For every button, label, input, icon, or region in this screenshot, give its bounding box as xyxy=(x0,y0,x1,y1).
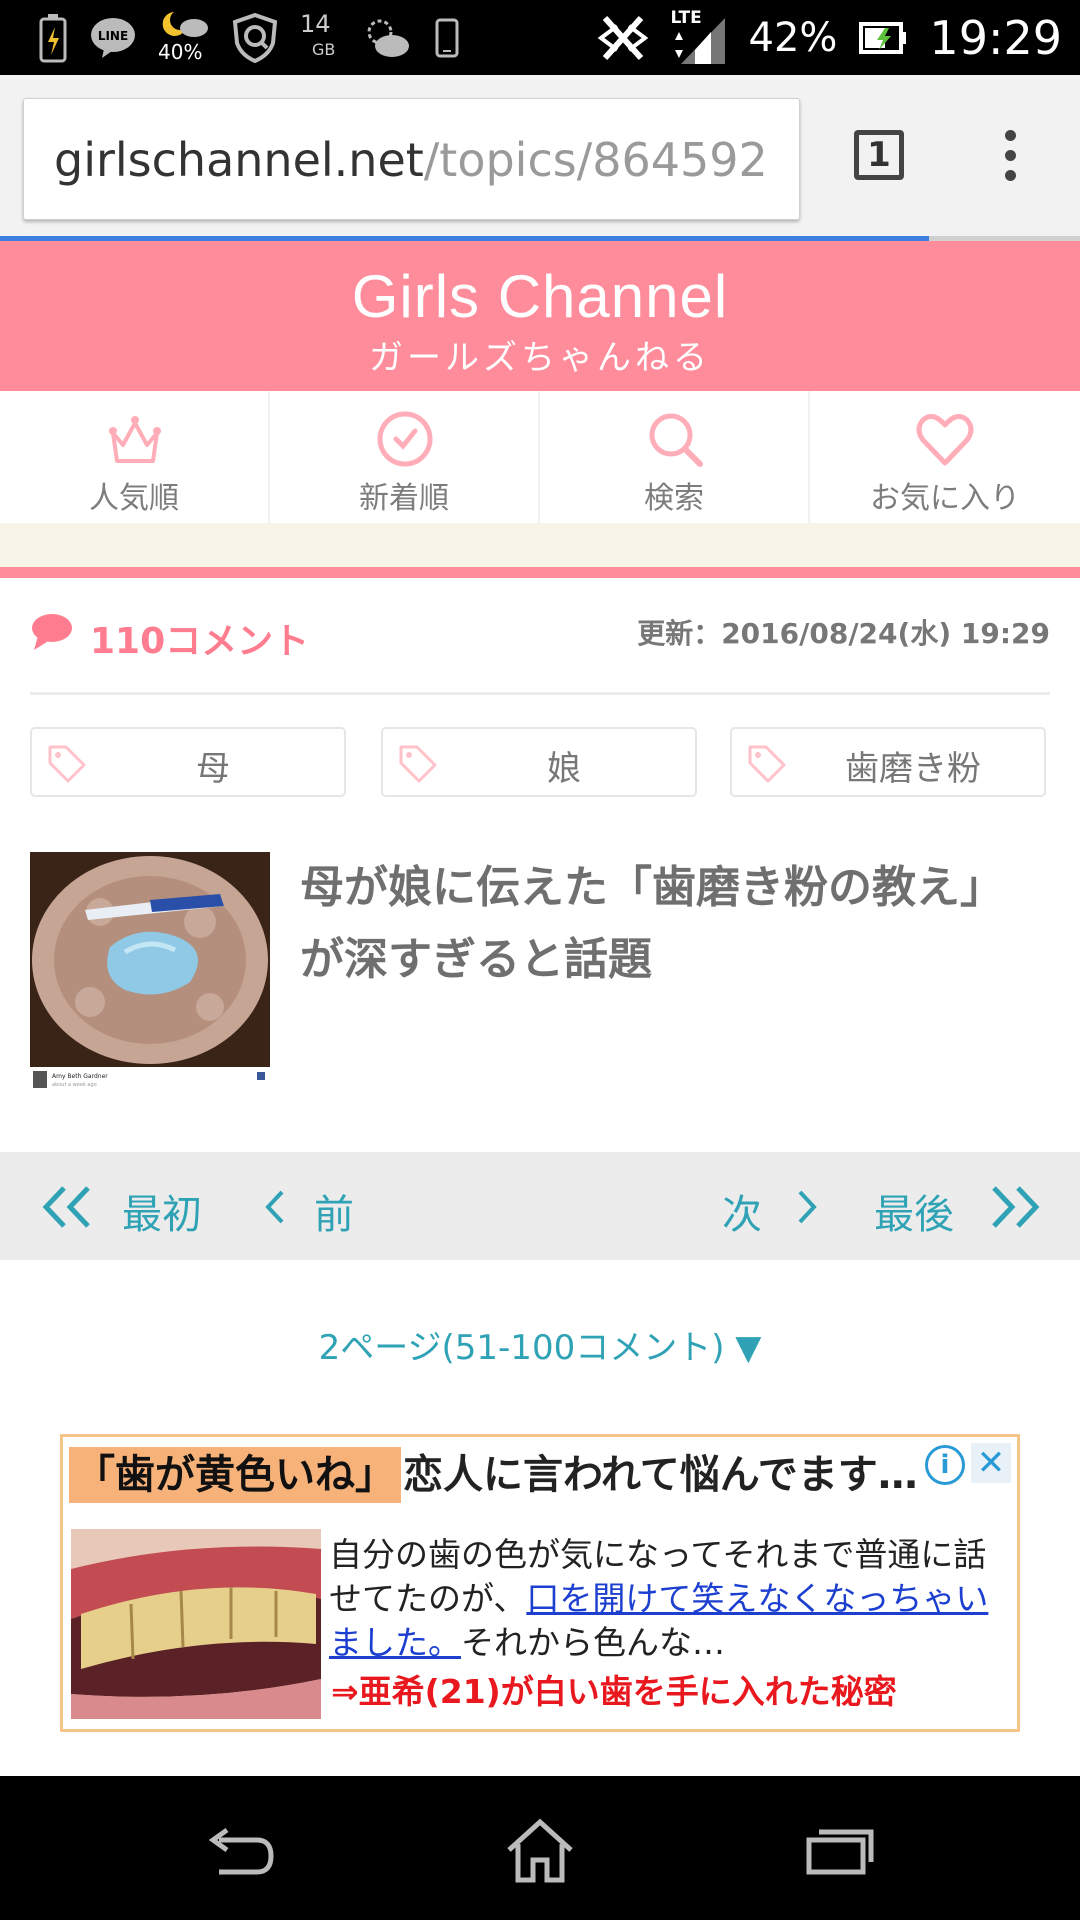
battery-charging-icon xyxy=(859,21,907,54)
ad-teeth-image xyxy=(71,1529,321,1719)
weather-icon: 40% xyxy=(158,8,210,68)
tag-toothpaste[interactable]: 歯磨き粉 xyxy=(730,727,1046,797)
nav-popular[interactable]: 人気順 xyxy=(0,391,270,523)
toothpaste-plate-image: Amy Beth Gardner about a week ago xyxy=(30,852,270,1092)
no-signal-icon xyxy=(597,15,648,60)
search-icon xyxy=(649,413,703,467)
updated-timestamp: 更新：2016/08/24(水) 19:29 xyxy=(637,617,1050,650)
tag-label: 母 xyxy=(196,749,230,789)
tag-mother[interactable]: 母 xyxy=(30,727,346,797)
thumb-caption-name: Amy Beth Gardner xyxy=(52,1073,108,1080)
comment-count: 110コメント xyxy=(90,621,310,662)
recent-apps-icon[interactable] xyxy=(805,1826,875,1876)
shield-app-icon xyxy=(232,13,278,63)
nav-favorites-label: お気に入り xyxy=(870,481,1020,516)
url-host: girlschannel.net xyxy=(54,133,424,187)
double-chevron-right-icon[interactable] xyxy=(986,1182,1042,1232)
chevron-right-icon[interactable] xyxy=(794,1182,820,1232)
ad-close-icon[interactable]: ✕ xyxy=(971,1443,1011,1483)
clock: 19:29 xyxy=(929,10,1062,65)
site-logo-subtitle: ガールズちゃんねる xyxy=(369,338,711,378)
tab-switcher-button[interactable]: 1 xyxy=(854,130,904,180)
nav-newest[interactable]: 新着順 xyxy=(270,391,540,523)
header-accent-line xyxy=(0,567,1080,578)
ad-cta-text[interactable]: ⇒亜希(21)が白い歯を手に入れた秘密 xyxy=(331,1665,897,1713)
double-chevron-left-icon[interactable] xyxy=(40,1182,96,1232)
cloud-weather-icon xyxy=(367,19,409,57)
ad-info-icon[interactable]: i xyxy=(925,1445,965,1485)
thumb-caption-sub: about a week ago xyxy=(52,1082,97,1088)
comment-bubble-icon xyxy=(32,614,72,650)
weather-percent: 40% xyxy=(158,40,203,64)
nav-favorites[interactable]: お気に入り xyxy=(810,391,1080,523)
status-right-icons: LTE 42% 19:29 xyxy=(597,0,1062,75)
main-nav: 人気順 新着順 検索 お気に入り xyxy=(0,391,1080,523)
next-page-link[interactable]: 次 xyxy=(722,1182,762,1240)
url-path: /topics/864592 xyxy=(423,133,768,187)
header-spacer xyxy=(0,523,1080,567)
battery-percent: 42% xyxy=(748,14,838,61)
nav-search[interactable]: 検索 xyxy=(540,391,810,523)
overflow-menu-icon[interactable] xyxy=(995,130,1025,190)
last-page-link[interactable]: 最後 xyxy=(874,1182,954,1240)
phone-icon xyxy=(435,18,459,58)
topic-thumbnail[interactable]: Amy Beth Gardner about a week ago xyxy=(30,852,270,1092)
ad-title-rest: 恋人に言われて悩んでます… xyxy=(403,1452,918,1498)
nav-search-label: 検索 xyxy=(644,481,704,516)
ad-body-end: それから色んな… xyxy=(461,1623,725,1662)
page-range-selector[interactable]: 2ページ(51-100コメント) ▼ xyxy=(0,1320,1080,1369)
url-bar[interactable]: girlschannel.net/topics/864592 xyxy=(23,98,800,220)
status-bar: LINE 40% 14 GB LTE 42% 19:29 xyxy=(0,0,1080,75)
lte-signal-icon: LTE xyxy=(671,8,727,66)
storage-unit: GB xyxy=(312,40,336,59)
home-icon[interactable] xyxy=(505,1818,575,1884)
status-left-icons: LINE 40% 14 GB xyxy=(38,8,460,68)
storage-icon: 14 GB xyxy=(300,8,340,68)
first-page-link[interactable]: 最初 xyxy=(122,1182,202,1240)
crown-icon xyxy=(109,416,161,463)
back-icon[interactable] xyxy=(205,1826,275,1882)
storage-value: 14 xyxy=(300,10,331,38)
line-app-icon: LINE xyxy=(91,18,135,58)
nav-popular-label: 人気順 xyxy=(89,481,179,516)
chevron-left-icon[interactable] xyxy=(262,1182,288,1232)
heart-icon xyxy=(916,413,974,466)
system-nav-bar xyxy=(0,1776,1080,1920)
site-logo[interactable]: Girls Channel xyxy=(0,262,1080,331)
nav-newest-label: 新着順 xyxy=(359,481,449,516)
url-text[interactable]: girlschannel.net/topics/864592 xyxy=(54,133,768,187)
clock-icon xyxy=(377,411,433,467)
tag-label: 歯磨き粉 xyxy=(845,749,981,789)
prev-page-link[interactable]: 前 xyxy=(314,1182,354,1240)
divider xyxy=(30,692,1050,695)
ad-body-text: 自分の歯の色が気になってそれまで普通に話せてたのが、口を開けて笑えなくなっちゃい… xyxy=(329,1533,1009,1665)
tag-label: 娘 xyxy=(547,749,581,789)
tag-daughter[interactable]: 娘 xyxy=(381,727,697,797)
ad-banner[interactable]: 「歯が黄色いね」 恋人に言われて悩んでます… i ✕ 自分の歯の色が気になってそ… xyxy=(60,1434,1020,1732)
ad-title-highlight: 「歯が黄色いね」 xyxy=(69,1447,401,1503)
svg-text:LINE: LINE xyxy=(98,29,128,43)
battery-saver-icon xyxy=(39,14,67,63)
topic-headline[interactable]: 母が娘に伝えた「歯磨き粉の教え」が深すぎると話題 xyxy=(300,852,1000,996)
